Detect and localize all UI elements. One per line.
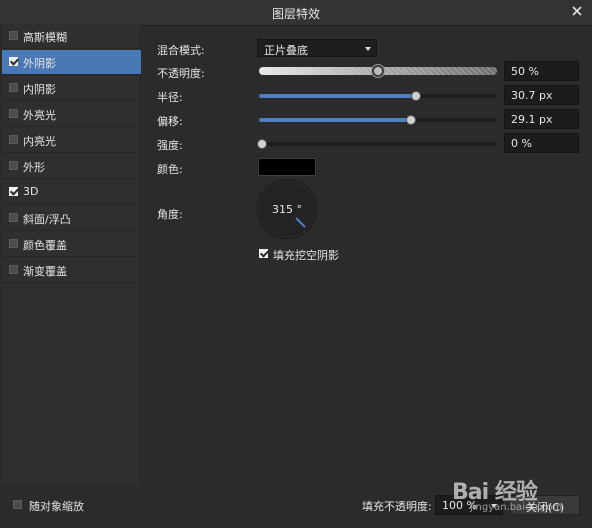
radius-slider[interactable] — [259, 91, 497, 101]
bevel-emboss-checkbox[interactable] — [9, 213, 18, 222]
radius-value: 30.7 px — [511, 89, 553, 102]
3d-checkbox[interactable] — [9, 187, 18, 196]
opacity-slider[interactable] — [259, 65, 497, 77]
sidebar-item-outline[interactable]: 外形 — [2, 154, 141, 179]
intensity-label: 强度: — [157, 139, 183, 152]
scale-with-object-label: 随对象缩放 — [29, 500, 84, 513]
sidebar-item-bevel-emboss[interactable]: 斜面/浮凸 — [2, 206, 141, 231]
angle-label: 角度: — [157, 208, 183, 221]
blend-mode-value: 正片叠底 — [264, 44, 308, 57]
sidebar-item-outer-shadow[interactable]: 外阴影 — [2, 50, 141, 75]
offset-slider-fill — [259, 118, 411, 122]
sidebar-item-label: 高斯模糊 — [23, 31, 67, 44]
gaussian-blur-checkbox[interactable] — [9, 31, 18, 40]
outer-shadow-checkbox[interactable] — [9, 57, 18, 66]
offset-label: 偏移: — [157, 115, 183, 128]
radius-input[interactable]: 30.7 px — [504, 85, 579, 105]
sidebar-item-color-overlay[interactable]: 颜色覆盖 — [2, 232, 141, 257]
opacity-value: 50 % — [511, 65, 539, 78]
offset-slider[interactable] — [259, 115, 497, 125]
blend-mode-select[interactable]: 正片叠底 — [257, 39, 377, 57]
watermark: Bai 经验 jingyan.baidu.com — [452, 462, 588, 522]
sidebar-item-gradient-overlay[interactable]: 渐变覆盖 — [2, 258, 141, 283]
offset-input[interactable]: 29.1 px — [504, 109, 579, 129]
angle-dial[interactable]: 315 ° — [257, 179, 317, 239]
sidebar-item-label: 外阴影 — [23, 57, 56, 70]
intensity-value: 0 % — [511, 137, 532, 150]
blend-mode-label: 混合模式: — [157, 44, 205, 57]
outline-checkbox[interactable] — [9, 161, 18, 170]
title-bar: 图层特效 — [0, 0, 592, 26]
offset-slider-handle[interactable] — [406, 115, 416, 125]
color-swatch[interactable] — [258, 158, 316, 176]
outer-glow-checkbox[interactable] — [9, 109, 18, 118]
radius-slider-fill — [259, 94, 416, 98]
offset-value: 29.1 px — [511, 113, 553, 126]
sidebar-item-label: 外亮光 — [23, 109, 56, 122]
intensity-slider-handle[interactable] — [257, 139, 267, 149]
sidebar-item-label: 渐变覆盖 — [23, 265, 67, 278]
window-title: 图层特效 — [271, 7, 320, 21]
color-overlay-checkbox[interactable] — [9, 239, 18, 248]
angle-value: 315 ° — [272, 203, 302, 216]
sidebar-item-outer-glow[interactable]: 外亮光 — [2, 102, 141, 127]
intensity-slider[interactable] — [257, 139, 497, 149]
sidebar-item-label: 内阴影 — [23, 83, 56, 96]
inner-glow-checkbox[interactable] — [9, 135, 18, 144]
color-label: 颜色: — [157, 163, 183, 176]
opacity-slider-handle[interactable] — [372, 65, 384, 77]
radius-slider-handle[interactable] — [411, 91, 421, 101]
watermark-url: jingyan.baidu.com — [470, 502, 563, 513]
sidebar-item-label: 内亮光 — [23, 135, 56, 148]
sidebar-item-3d[interactable]: 3D — [2, 180, 141, 205]
gradient-overlay-checkbox[interactable] — [9, 265, 18, 274]
sidebar-item-inner-shadow[interactable]: 内阴影 — [2, 76, 141, 101]
opacity-label: 不透明度: — [157, 67, 205, 80]
effects-sidebar: 高斯模糊 外阴影 内阴影 外亮光 内亮光 外形 3D 斜面/浮凸 颜色覆盖 渐变… — [2, 24, 141, 484]
close-icon[interactable] — [570, 4, 584, 18]
sidebar-item-label: 3D — [23, 185, 39, 198]
scale-with-object-checkbox[interactable] — [13, 500, 22, 509]
sidebar-item-inner-glow[interactable]: 内亮光 — [2, 128, 141, 153]
fill-opacity-label: 填充不透明度: — [362, 500, 432, 513]
chevron-down-icon — [365, 47, 371, 51]
sidebar-item-label: 外形 — [23, 161, 45, 174]
fill-knockout-checkbox[interactable] — [259, 249, 268, 258]
sidebar-item-label: 颜色覆盖 — [23, 239, 67, 252]
opacity-input[interactable]: 50 % — [504, 61, 579, 81]
radius-label: 半径: — [157, 91, 183, 104]
inner-shadow-checkbox[interactable] — [9, 83, 18, 92]
intensity-input[interactable]: 0 % — [504, 133, 579, 153]
sidebar-item-gaussian-blur[interactable]: 高斯模糊 — [2, 24, 141, 49]
fill-knockout-toggle[interactable]: 填充挖空阴影 — [259, 247, 399, 262]
sidebar-item-label: 斜面/浮凸 — [23, 213, 71, 226]
fill-knockout-label: 填充挖空阴影 — [273, 249, 339, 262]
